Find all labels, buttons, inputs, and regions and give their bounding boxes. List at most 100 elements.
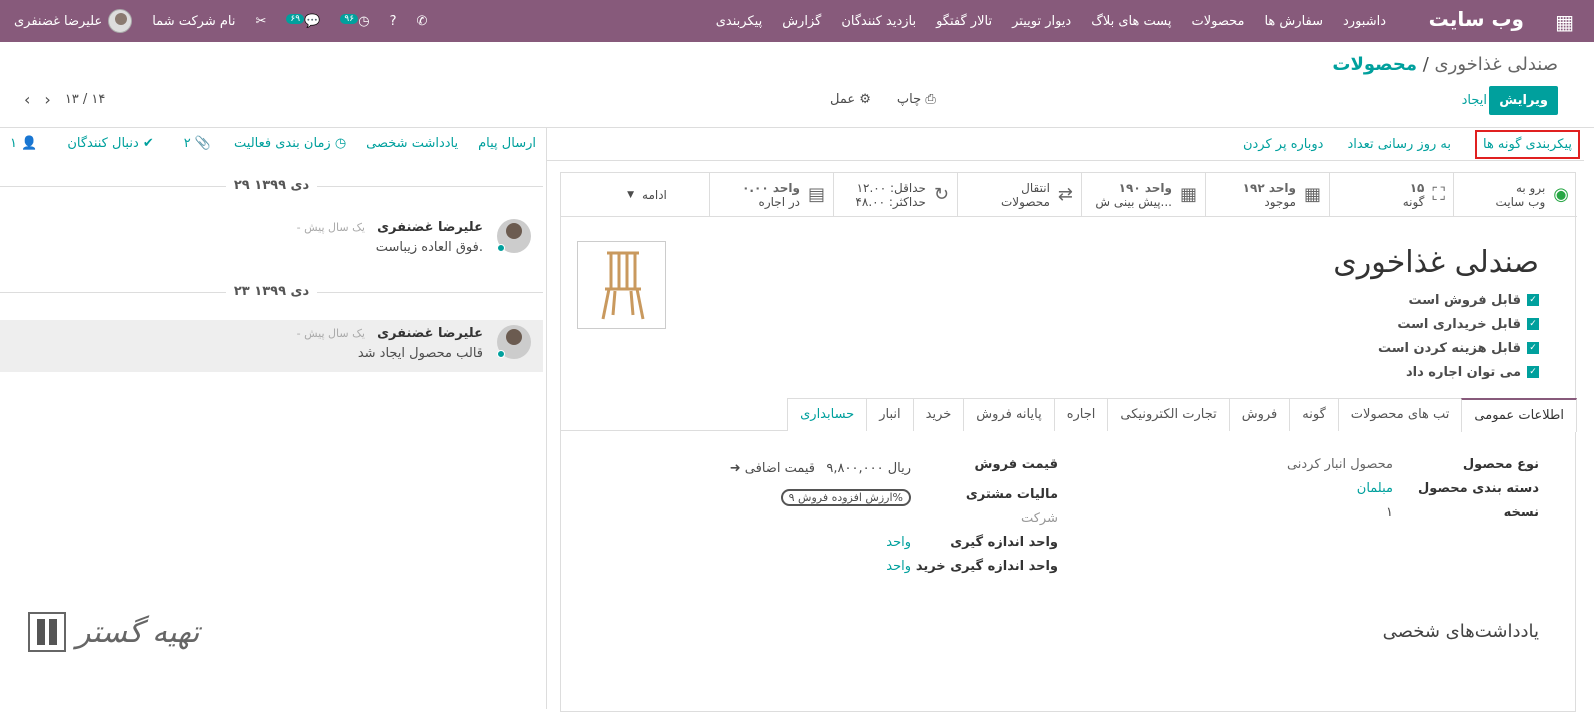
tab-product-tabs[interactable]: تب های محصولات	[1337, 398, 1463, 431]
log-note-button[interactable]: یادداشت شخصی	[366, 136, 458, 151]
tab-inventory[interactable]: انبار	[866, 398, 914, 431]
watermark-icon	[28, 612, 66, 652]
chevron-left-icon[interactable]: ‹	[24, 90, 30, 109]
menu-visitors[interactable]: بازدید کنندگان	[841, 14, 916, 29]
message-author[interactable]: علیرضا غضنفری	[377, 220, 483, 235]
action-menu[interactable]: عمل ⚙	[830, 92, 871, 107]
print-label: چاپ	[896, 92, 922, 107]
smart-top: ۰.۰۰ واحد	[742, 180, 800, 195]
tab-rental[interactable]: اجاره	[1053, 398, 1109, 431]
smart-button-variants[interactable]: ⛶ ۱۵ گونه	[1329, 173, 1453, 216]
chair-icon	[601, 251, 644, 320]
menu-forum[interactable]: تالار گفتگو	[936, 14, 992, 29]
smart-button-forecast[interactable]: ▦ ۱۹۰ واحد پیش بینی ش...	[1081, 173, 1205, 216]
phone-icon[interactable]: ✆	[416, 14, 427, 29]
menu-configuration[interactable]: پیکربندی	[716, 14, 762, 29]
menu-orders[interactable]: سفارش ها	[1264, 14, 1323, 29]
tab-pos[interactable]: پایانه فروش	[963, 398, 1055, 431]
smart-button-reordering[interactable]: ↻ حداقل: ۱۲.۰۰ حداکثر: ۴۸.۰۰	[833, 173, 957, 216]
attachments-button[interactable]: ۲ 📎	[184, 136, 211, 151]
configure-variants-button[interactable]: پیکربندی گونه ها	[1474, 129, 1580, 159]
activity-badge: ۹۶	[340, 13, 359, 24]
send-message-button[interactable]: ارسال پیام	[478, 136, 536, 151]
grid-icon[interactable]: ▦	[1555, 10, 1574, 34]
product-image[interactable]	[577, 241, 666, 329]
extra-price-link[interactable]: ➜ قیمت اضافی	[730, 461, 815, 476]
follow-button[interactable]: دنبال کنندگان ✔	[67, 136, 153, 151]
check-label: می توان اجاره داد	[1405, 364, 1521, 380]
clock-icon[interactable]: ۹۶ ◷	[340, 13, 370, 29]
schedule-activity-button[interactable]: زمان بندی فعالیت ◷	[234, 136, 346, 151]
version-value[interactable]: ۱	[1386, 505, 1393, 520]
menu-reporting[interactable]: گزارش	[782, 14, 821, 29]
smart-button-on-hand[interactable]: ▦ ۱۹۲ واحد موجود	[1205, 173, 1329, 216]
tab-sales[interactable]: فروش	[1228, 398, 1291, 431]
menu-blog-posts[interactable]: پست های بلاگ	[1091, 14, 1171, 29]
exchange-icon: ⇄	[1057, 183, 1073, 205]
smart-top: حداقل: ۱۲.۰۰	[856, 180, 926, 195]
app-brand[interactable]: وب سایت	[1429, 7, 1524, 31]
pager-value[interactable]: ۱۳ / ۱۴	[65, 92, 106, 107]
date-label: ۲۳ دی ۱۳۹۹	[225, 284, 318, 299]
purchase-uom-value[interactable]: واحد	[886, 559, 911, 574]
create-button[interactable]: ایجاد	[1462, 93, 1487, 108]
smart-button-website[interactable]: ◉ برو به وب سایت	[1453, 173, 1577, 216]
sales-price-value[interactable]: ۹,۸۰۰,۰۰۰ ریال	[826, 461, 911, 476]
user-menu[interactable]: علیرضا غضنفری	[14, 9, 133, 33]
smart-button-more[interactable]: ادامه ▼	[585, 173, 709, 216]
uom-value[interactable]: واحد	[886, 535, 911, 550]
schedule-label: زمان بندی فعالیت	[234, 135, 331, 151]
product-type-value[interactable]: محصول انبار کردنی	[1287, 457, 1393, 472]
help-icon[interactable]: ?	[390, 14, 397, 29]
message-item: علیرضا غضنفری - یک سال پیش قالب محصول ای…	[0, 320, 543, 372]
check-icon: ✓	[1527, 366, 1539, 378]
print-menu[interactable]: چاپ ⎙	[897, 92, 936, 107]
smart-top: ۱۵	[1409, 180, 1425, 195]
statusbar: پیکربندی گونه ها به روز رسانی تعداد دوبا…	[547, 128, 1584, 161]
tab-ecommerce[interactable]: تجارت الکترونیکی	[1107, 398, 1230, 431]
message-body: فوق العاده زیباست.	[375, 240, 483, 255]
avatar	[108, 9, 133, 33]
form-sheet: ◉ برو به وب سایت ⛶ ۱۵ گونه ▦ ۱۹۲ واحد موجود…	[560, 172, 1577, 712]
replenish-button[interactable]: دوباره پر کردن	[1243, 137, 1324, 152]
print-icon: ⎙	[925, 92, 936, 107]
tools-icon[interactable]: ✂	[256, 14, 267, 29]
chatter-topbar: ۱ 👤 دنبال کنندگان ✔ ۲ 📎 ارسال پیام یاددا…	[0, 128, 546, 158]
can-be-rented-checkbox[interactable]: می توان اجاره داد ✓	[1406, 363, 1539, 381]
chat-icon[interactable]: ۶۹ 💬	[286, 13, 320, 29]
tab-purchase[interactable]: خرید	[912, 398, 965, 431]
followers-button[interactable]: ۱ 👤	[10, 136, 37, 151]
message-time: - یک سال پیش	[296, 327, 365, 340]
tab-general-info[interactable]: اطلاعات عمومی	[1461, 398, 1577, 432]
top-menu: داشبورد سفارش ها محصولات پست های بلاگ دی…	[716, 0, 1386, 42]
company-name[interactable]: نام شرکت شما	[152, 14, 235, 29]
top-navbar: ▦ وب سایت داشبورد سفارش ها محصولات پست ه…	[0, 0, 1594, 42]
product-name[interactable]: صندلی غذاخوری	[1333, 245, 1539, 280]
smart-button-transfers[interactable]: ⇄ انتقال محصولات	[957, 173, 1081, 216]
update-qty-button[interactable]: به روز رسانی تعداد	[1347, 137, 1451, 152]
category-value[interactable]: مبلمان	[1357, 481, 1393, 496]
smart-button-rental[interactable]: ▤ ۰.۰۰ واحد در اجاره	[709, 173, 833, 216]
breadcrumb-parent[interactable]: محصولات	[1332, 54, 1417, 75]
chevron-right-icon[interactable]: ›	[44, 90, 50, 109]
tax-tag[interactable]: ارزش افزوده فروش ۹%	[780, 489, 911, 506]
followers-count: ۱	[10, 135, 17, 151]
breadcrumb-separator: /	[1422, 54, 1429, 75]
edit-button[interactable]: ویرایش	[1489, 86, 1558, 115]
message-item: علیرضا غضنفری - یک سال پیش فوق العاده زی…	[0, 214, 543, 266]
tab-accounting[interactable]: حسابداری	[787, 398, 868, 431]
online-status-icon	[497, 244, 505, 252]
can-be-sold-checkbox[interactable]: قابل فروش است ✓	[1408, 291, 1539, 309]
tab-variants[interactable]: گونه	[1289, 398, 1339, 431]
menu-dashboard[interactable]: داشبورد	[1343, 14, 1386, 29]
message-time: - یک سال پیش	[296, 221, 365, 234]
check-label: قابل هزینه کردن است	[1377, 340, 1521, 356]
message-author[interactable]: علیرضا غضنفری	[377, 326, 483, 341]
menu-twitter-wall[interactable]: دیوار توییتر	[1012, 14, 1071, 29]
smart-buttons: ◉ برو به وب سایت ⛶ ۱۵ گونه ▦ ۱۹۲ واحد موجود…	[561, 173, 1577, 217]
paperclip-icon: 📎	[194, 135, 212, 151]
can-be-expensed-checkbox[interactable]: قابل هزینه کردن است ✓	[1378, 339, 1539, 357]
menu-products[interactable]: محصولات	[1191, 14, 1244, 29]
can-be-purchased-checkbox[interactable]: قابل خریداری است ✓	[1397, 315, 1539, 333]
smart-top: ۱۹۰ واحد	[1118, 180, 1172, 195]
